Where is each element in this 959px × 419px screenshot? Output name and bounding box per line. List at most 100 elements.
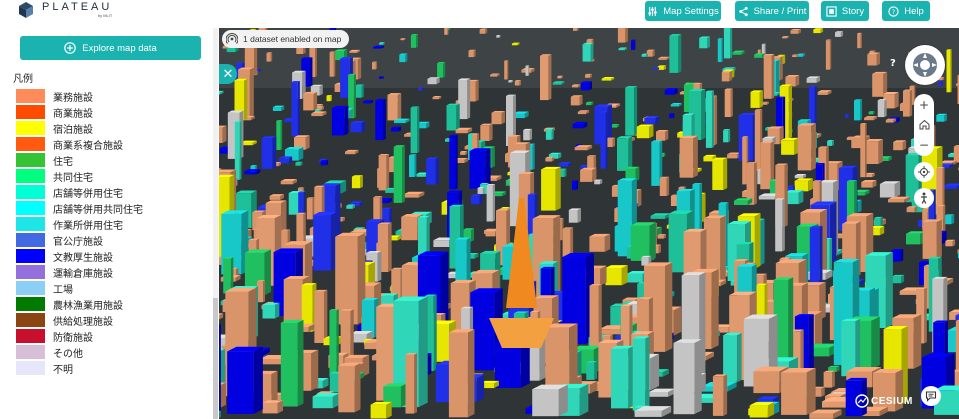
legend-label: その他 xyxy=(53,348,83,360)
legend-item: 運輸倉庫施設 xyxy=(16,264,143,280)
legend-swatch xyxy=(16,201,45,215)
compass-control[interactable] xyxy=(905,45,945,85)
legend-label: 商業系複合施設 xyxy=(53,140,123,152)
legend-item: 作業所併用住宅 xyxy=(16,216,143,232)
legend-swatch xyxy=(16,185,45,199)
legend-swatch xyxy=(16,121,45,135)
person-icon xyxy=(921,192,927,204)
broadcast-icon xyxy=(226,33,238,44)
legend-swatch xyxy=(16,345,45,359)
legend-label: 業務施設 xyxy=(53,92,93,104)
home-icon[interactable] xyxy=(919,119,930,130)
legend-item: 工場 xyxy=(16,280,143,296)
legend-item: 農林漁業用施設 xyxy=(16,296,143,312)
legend-item: 官公庁施設 xyxy=(16,232,143,248)
help-circle-icon: ? xyxy=(888,5,899,17)
legend-swatch xyxy=(16,313,45,327)
legend-item: 不明 xyxy=(16,360,143,376)
top-bar: PLATEAU by MLIT Map Settings Share / Pri… xyxy=(0,0,959,28)
legend-label: 共同住宅 xyxy=(53,172,93,184)
plus-circle-icon xyxy=(64,42,77,54)
legend-swatch xyxy=(16,249,45,263)
legend-label: 工場 xyxy=(53,284,73,296)
legend-swatch xyxy=(16,265,45,279)
legend-item: 供給処理施設 xyxy=(16,312,143,328)
plateau-logo-icon xyxy=(18,2,34,18)
svg-text:?: ? xyxy=(892,7,895,15)
legend-item: 文教厚生施設 xyxy=(16,248,143,264)
legend-title: 凡例 xyxy=(13,74,33,85)
help-label: Help xyxy=(904,5,924,17)
zoom-in-button[interactable]: + xyxy=(919,98,929,112)
legend-item: 商業系複合施設 xyxy=(16,136,143,152)
legend-label: 不明 xyxy=(53,364,73,376)
close-icon: ✕ xyxy=(222,66,234,82)
legend-swatch xyxy=(16,297,45,311)
city-3d-scene xyxy=(219,28,959,419)
pedestrian-mode-button[interactable] xyxy=(914,188,934,208)
legend-label: 商業施設 xyxy=(53,108,93,120)
map-settings-button[interactable]: Map Settings xyxy=(645,1,721,21)
share-print-button[interactable]: Share / Print xyxy=(735,1,809,21)
legend-label: 文教厚生施設 xyxy=(53,252,113,264)
plateau-logo[interactable]: PLATEAU by MLIT xyxy=(18,2,112,18)
legend-swatch xyxy=(16,105,45,119)
legend-label: 店舗等併用共同住宅 xyxy=(53,204,143,216)
cesium-logo-icon xyxy=(855,394,869,408)
cesium-attribution[interactable]: CESIUM xyxy=(855,394,913,408)
legend-label: 住宅 xyxy=(53,156,73,168)
map-settings-label: Map Settings xyxy=(663,5,719,17)
legend-swatch xyxy=(16,137,45,151)
legend-swatch xyxy=(16,169,45,183)
legend-label: 運輸倉庫施設 xyxy=(53,268,113,280)
zoom-control: + − xyxy=(914,94,934,156)
crosshair-icon xyxy=(918,166,930,178)
legend-list: 業務施設商業施設宿泊施設商業系複合施設 住宅共同住宅店舗等併用住宅店舗等併用共同住… xyxy=(16,88,143,376)
explore-label: Explore map data xyxy=(82,42,157,54)
compass-icon xyxy=(913,53,937,77)
legend-swatch xyxy=(16,361,45,375)
legend-label: 防衛施設 xyxy=(53,332,93,344)
sliders-icon xyxy=(648,6,657,16)
legend-label: 宿泊施設 xyxy=(53,124,93,136)
legend-swatch xyxy=(16,217,45,231)
legend-item: 共同住宅 xyxy=(16,168,143,184)
story-icon xyxy=(826,5,837,17)
cesium-attribution-text: CESIUM xyxy=(871,395,913,407)
help-button[interactable]: ? Help xyxy=(882,1,930,21)
legend-swatch xyxy=(16,233,45,247)
legend-item: 宿泊施設 xyxy=(16,120,143,136)
navigation-help-icon[interactable]: ? xyxy=(890,58,896,69)
legend-item: 店舗等併用住宅 xyxy=(16,184,143,200)
legend-label: 供給処理施設 xyxy=(53,316,113,328)
story-label: Story xyxy=(841,5,865,17)
share-print-label: Share / Print xyxy=(753,5,807,17)
zoom-out-button[interactable]: − xyxy=(919,138,929,152)
legend-swatch xyxy=(16,329,45,343)
dataset-status-pill[interactable]: 1 dataset enabled on map xyxy=(222,30,350,48)
legend-label: 作業所併用住宅 xyxy=(53,220,123,232)
legend-swatch xyxy=(16,281,45,295)
legend-label: 店舗等併用住宅 xyxy=(53,188,123,200)
legend-swatch xyxy=(16,153,45,167)
legend-item: その他 xyxy=(16,344,143,360)
legend-swatch xyxy=(16,89,45,103)
legend-item: 商業施設 xyxy=(16,104,143,120)
legend-label: 農林漁業用施設 xyxy=(53,300,123,312)
legend-item: 防衛施設 xyxy=(16,328,143,344)
legend-label: 官公庁施設 xyxy=(53,236,103,248)
map-viewport[interactable]: 1 dataset enabled on map ✕ ? + − CESIUM xyxy=(219,28,959,419)
explore-map-data-button[interactable]: Explore map data xyxy=(20,36,201,60)
legend-item: 店舗等併用共同住宅 xyxy=(16,200,143,216)
logo-byline: by MLIT xyxy=(97,13,113,18)
sidebar-scrollbar-thumb[interactable] xyxy=(213,298,218,419)
legend-item: 業務施設 xyxy=(16,88,143,104)
sidebar-scrollbar[interactable] xyxy=(213,28,218,419)
logo-text: PLATEAU xyxy=(42,1,113,13)
share-icon xyxy=(738,6,748,16)
chat-bubble-icon xyxy=(925,391,937,402)
feedback-chat-button[interactable] xyxy=(921,386,941,406)
story-button[interactable]: Story xyxy=(821,1,869,21)
dataset-status-text: 1 dataset enabled on map xyxy=(243,34,342,44)
locate-button[interactable] xyxy=(914,162,934,182)
